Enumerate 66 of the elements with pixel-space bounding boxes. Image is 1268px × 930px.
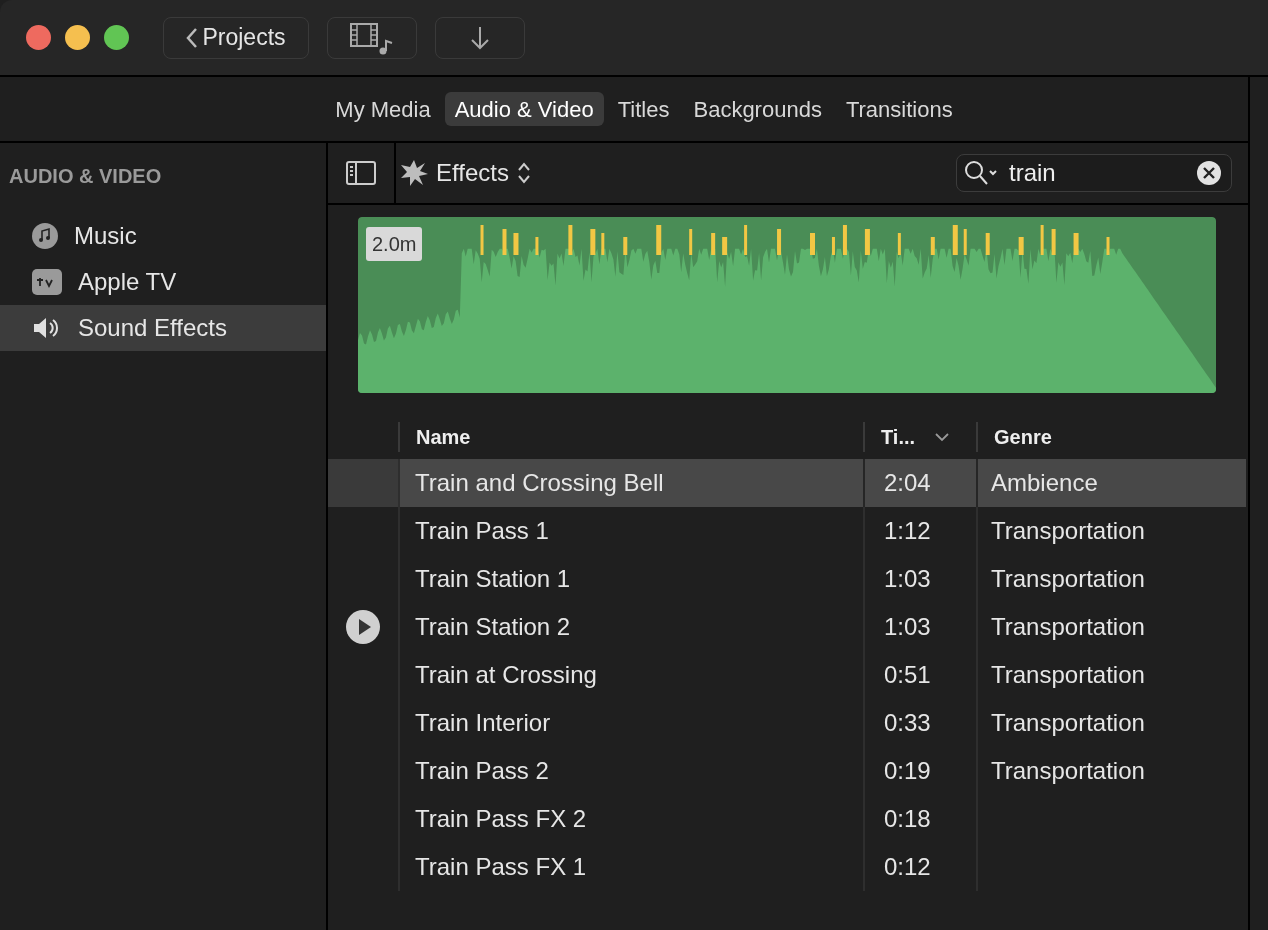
table-cell-text: Transportation bbox=[991, 660, 1145, 690]
table-cell-text: Train Pass FX 2 bbox=[415, 804, 587, 834]
column-header[interactable]: Ti... bbox=[863, 422, 976, 452]
table-row[interactable]: Train Pass 1 1:12 Transportation bbox=[328, 507, 1246, 555]
table-cell-text: Train Pass 1 bbox=[415, 516, 549, 546]
duration-label: 2.0m bbox=[366, 227, 423, 261]
table-cell-text: Transportation bbox=[991, 756, 1145, 786]
play-icon[interactable] bbox=[345, 609, 381, 645]
tab[interactable]: Titles bbox=[607, 92, 680, 126]
download-button[interactable] bbox=[435, 16, 525, 59]
table-cell-text: Transportation bbox=[991, 564, 1145, 594]
table-cell-text: 0:51 bbox=[884, 660, 931, 690]
media-browser-button[interactable] bbox=[327, 16, 417, 59]
column-header[interactable]: Name bbox=[398, 422, 863, 452]
zoom-window-icon[interactable] bbox=[104, 25, 129, 50]
table-cell-text: Train Station 1 bbox=[415, 564, 571, 594]
tab[interactable]: Audio & Video bbox=[444, 92, 604, 126]
table-cell-text: 2:04 bbox=[884, 468, 931, 498]
sidebar-item[interactable]: Music bbox=[0, 213, 326, 259]
close-window-icon[interactable] bbox=[26, 25, 51, 50]
sidebar-item[interactable]: Sound Effects bbox=[0, 305, 326, 351]
table-cell-text: 0:18 bbox=[884, 804, 931, 834]
minimize-window-icon[interactable] bbox=[65, 25, 90, 50]
table-cell-text: Train Station 2 bbox=[415, 612, 571, 642]
starburst-icon bbox=[400, 159, 428, 187]
chevron-left-icon bbox=[186, 26, 199, 49]
projects-button[interactable]: Projects bbox=[163, 16, 309, 59]
sidebar-heading: AUDIO & VIDEO bbox=[8, 164, 163, 189]
table-cell-text: 0:33 bbox=[884, 708, 931, 738]
column-header[interactable]: Genre bbox=[976, 422, 1246, 452]
table-cell-text: Train Pass 2 bbox=[415, 756, 549, 786]
table-row[interactable]: Train Pass FX 1 0:12 bbox=[328, 843, 1246, 891]
down-arrow-icon bbox=[470, 24, 490, 51]
tab[interactable]: My Media bbox=[325, 92, 441, 126]
table-row[interactable]: Train at Crossing 0:51 Transportation bbox=[328, 651, 1246, 699]
sidebar-item[interactable]: Apple TV bbox=[0, 259, 326, 305]
category-dropdown[interactable]: Effects bbox=[400, 155, 531, 191]
up-down-chevron-icon bbox=[516, 161, 531, 185]
table-cell-text: Train Pass FX 1 bbox=[415, 852, 587, 882]
clear-icon[interactable] bbox=[1196, 160, 1222, 186]
table-cell-text: 0:12 bbox=[884, 852, 931, 882]
tv-icon bbox=[32, 269, 62, 295]
tab[interactable]: Backgrounds bbox=[683, 92, 832, 126]
table-row[interactable]: Train Interior 0:33 Transportation bbox=[328, 699, 1246, 747]
table-row[interactable]: Train Pass 2 0:19 Transportation bbox=[328, 747, 1246, 795]
table-cell-text: Ambience bbox=[991, 468, 1098, 498]
table-cell-text: 1:12 bbox=[884, 516, 931, 546]
table-row[interactable]: Train Station 1 1:03 Transportation bbox=[328, 555, 1246, 603]
search-icon bbox=[964, 160, 998, 186]
table-cell-text: Transportation bbox=[991, 612, 1145, 642]
table-cell-text: Train at Crossing bbox=[415, 660, 597, 690]
table-row[interactable]: Train Pass FX 2 0:18 bbox=[328, 795, 1246, 843]
sidebar-toggle-icon[interactable] bbox=[346, 161, 376, 185]
table-row[interactable]: Train Station 2 1:03 Transportation bbox=[328, 603, 1246, 651]
table-cell-text: Transportation bbox=[991, 708, 1145, 738]
table-cell-text: Train and Crossing Bell bbox=[415, 468, 664, 498]
table-cell-text: Transportation bbox=[991, 516, 1145, 546]
table-cell-text: Train Interior bbox=[415, 708, 551, 738]
search-field[interactable]: train bbox=[956, 154, 1232, 192]
tab[interactable]: Transitions bbox=[835, 92, 963, 126]
table-row[interactable]: Train and Crossing Bell 2:04 Ambience bbox=[328, 459, 1246, 507]
chevron-down-icon bbox=[935, 432, 950, 442]
table-cell-text: 1:03 bbox=[884, 612, 931, 642]
table-cell-text: 0:19 bbox=[884, 756, 931, 786]
music-note-icon bbox=[32, 223, 58, 249]
table-cell-text: 1:03 bbox=[884, 564, 931, 594]
